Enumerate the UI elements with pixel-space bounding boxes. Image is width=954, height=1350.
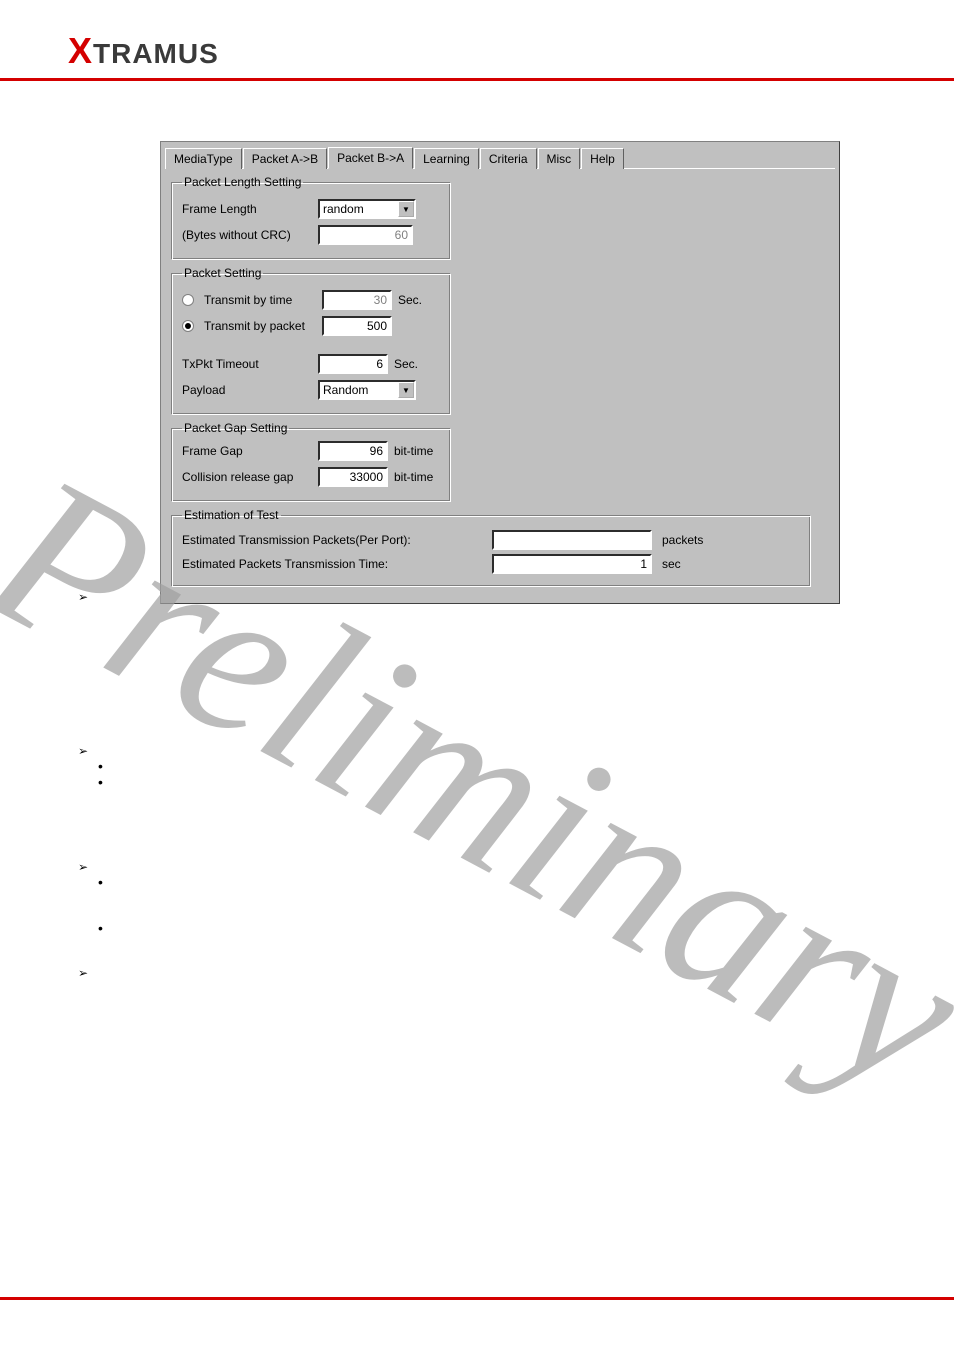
estimated-packets-label: Estimated Transmission Packets(Per Port)…: [182, 533, 492, 547]
tab-learning[interactable]: Learning: [414, 148, 479, 169]
estimated-packets-unit: packets: [662, 533, 703, 547]
estimated-time-unit: sec: [662, 557, 681, 571]
collision-release-gap-label: Collision release gap: [182, 470, 312, 484]
transmit-by-time-label: Transmit by time: [204, 293, 316, 307]
frame-gap-value[interactable]: 96: [318, 441, 388, 461]
tab-panel: Packet Length Setting Frame Length rando…: [165, 168, 835, 599]
bullet-tri-icon: ➢: [78, 966, 103, 980]
bullet-tri-icon: ➢: [78, 744, 103, 758]
payload-label: Payload: [182, 383, 312, 397]
tab-criteria[interactable]: Criteria: [480, 148, 537, 169]
group-packet-setting: Packet Setting Transmit by time 30 Sec. …: [171, 266, 451, 415]
payload-select-value: Random: [323, 383, 368, 397]
group-packet-setting-legend: Packet Setting: [182, 266, 263, 280]
logo-x: X: [68, 30, 93, 71]
tab-packet-b-a[interactable]: Packet B->A: [328, 147, 413, 169]
estimated-time-label: Estimated Packets Transmission Time:: [182, 557, 492, 571]
txpkt-timeout-value[interactable]: 6: [318, 354, 388, 374]
frame-length-label: Frame Length: [182, 202, 312, 216]
logo-bar: XTRAMUS: [0, 0, 954, 72]
frame-length-select[interactable]: random ▼: [318, 199, 416, 219]
tab-strip: MediaType Packet A->B Packet B->A Learni…: [161, 142, 839, 168]
payload-select[interactable]: Random ▼: [318, 380, 416, 400]
bullet-dot-icon: •: [98, 874, 103, 890]
bullet-tri-icon: ➢: [78, 590, 103, 604]
page-content: MediaType Packet A->B Packet B->A Learni…: [0, 81, 954, 604]
bytes-without-crc-label: (Bytes without CRC): [182, 228, 312, 242]
group-packet-length-legend: Packet Length Setting: [182, 175, 303, 189]
group-estimation-legend: Estimation of Test: [182, 508, 281, 522]
group-estimation: Estimation of Test Estimated Transmissio…: [171, 508, 811, 587]
group-packet-length: Packet Length Setting Frame Length rando…: [171, 175, 451, 260]
bullet-dot-icon: •: [98, 920, 103, 936]
radio-transmit-by-packet[interactable]: [182, 320, 194, 332]
chevron-down-icon[interactable]: ▼: [398, 382, 414, 398]
outline-markers: ➢ ➢ • • ➢ • • ➢: [78, 590, 103, 980]
bullet-dot-icon: •: [98, 758, 103, 774]
tab-help[interactable]: Help: [581, 148, 624, 169]
group-packet-gap-legend: Packet Gap Setting: [182, 421, 289, 435]
frame-length-select-value: random: [323, 202, 364, 216]
logo-text: TRAMUS: [93, 38, 219, 69]
radio-transmit-by-time[interactable]: [182, 294, 194, 306]
tab-packet-a-b[interactable]: Packet A->B: [243, 148, 327, 169]
frame-gap-label: Frame Gap: [182, 444, 312, 458]
logo: XTRAMUS: [68, 38, 219, 69]
tab-mediatype[interactable]: MediaType: [165, 148, 242, 169]
transmit-by-packet-label: Transmit by packet: [204, 319, 316, 333]
group-packet-gap: Packet Gap Setting Frame Gap 96 bit-time…: [171, 421, 451, 502]
transmit-by-packet-value[interactable]: 500: [322, 316, 392, 336]
chevron-down-icon[interactable]: ▼: [398, 201, 414, 217]
bullet-dot-icon: •: [98, 774, 103, 790]
estimated-packets-value: [492, 530, 652, 550]
transmit-by-time-value[interactable]: 30: [322, 290, 392, 310]
txpkt-timeout-unit: Sec.: [394, 357, 418, 371]
collision-release-gap-unit: bit-time: [394, 470, 433, 484]
txpkt-timeout-label: TxPkt Timeout: [182, 357, 312, 371]
footer-rule: [0, 1297, 954, 1300]
settings-dialog: MediaType Packet A->B Packet B->A Learni…: [160, 141, 840, 604]
transmit-by-time-unit: Sec.: [398, 293, 422, 307]
bytes-without-crc-value: 60: [318, 225, 413, 245]
bullet-tri-icon: ➢: [78, 860, 103, 874]
estimated-time-value: 1: [492, 554, 652, 574]
tab-misc[interactable]: Misc: [538, 148, 581, 169]
collision-release-gap-value[interactable]: 33000: [318, 467, 388, 487]
frame-gap-unit: bit-time: [394, 444, 433, 458]
